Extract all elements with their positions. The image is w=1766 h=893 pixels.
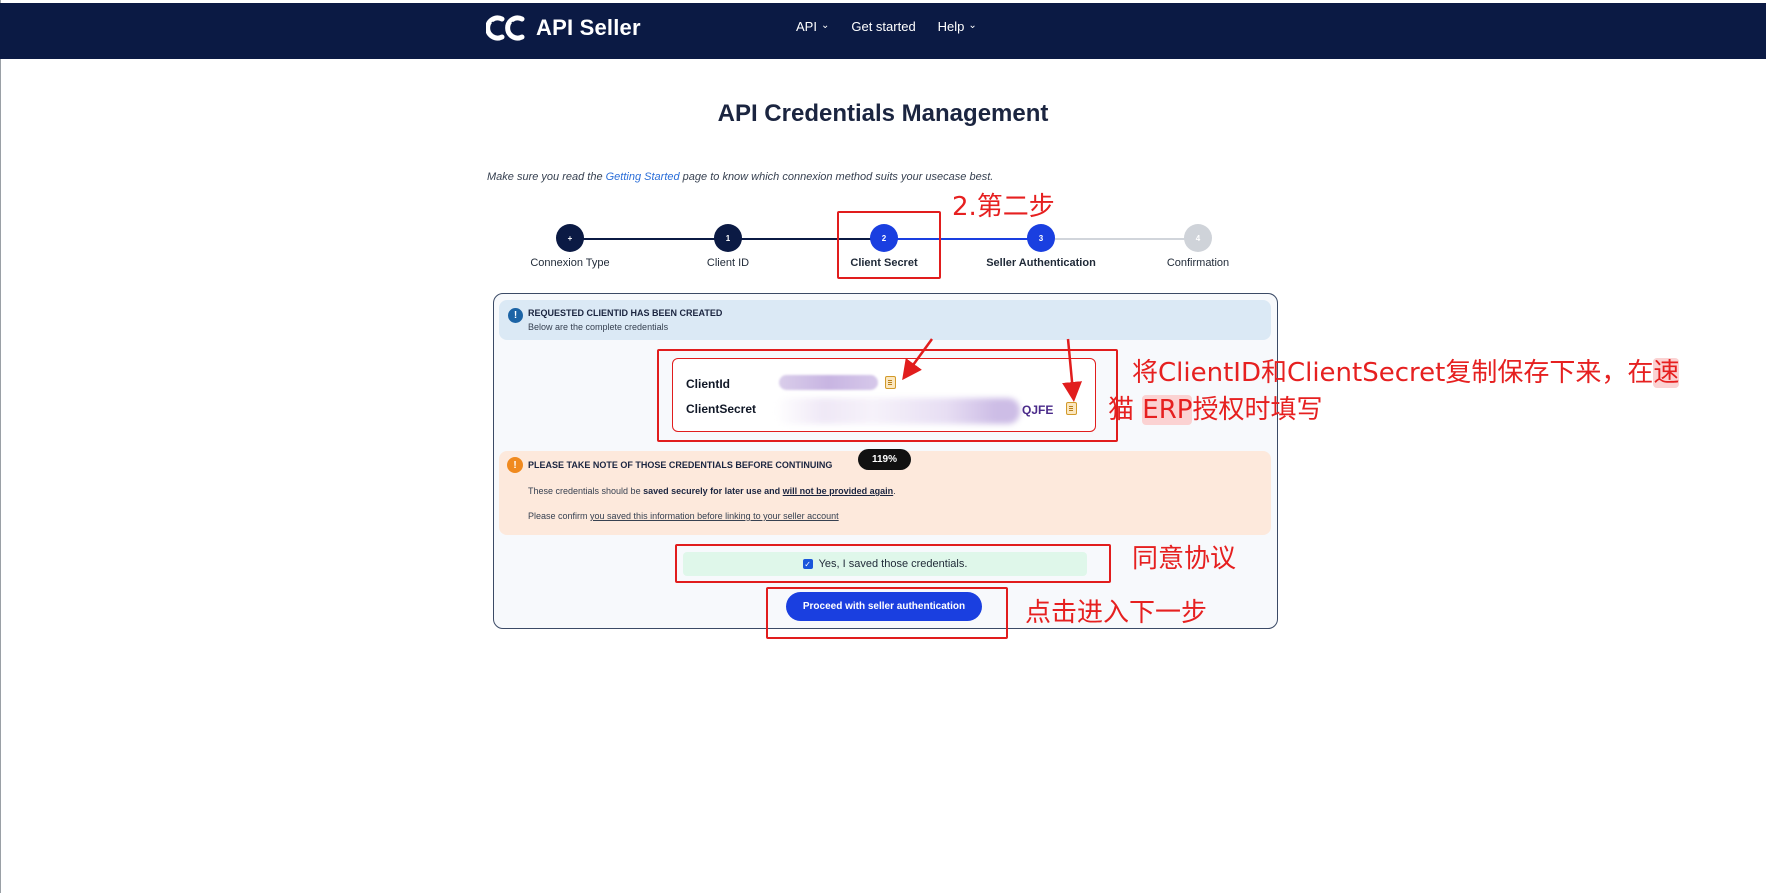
intro-before: Make sure you read the [487, 171, 606, 183]
intro-text: Make sure you read the Getting Started p… [487, 171, 993, 183]
annotation-box-proceed [766, 587, 1008, 639]
annotation-agree: 同意协议 [1132, 544, 1237, 574]
step-label-client-id: Client ID [706, 257, 750, 269]
step-connector [1041, 238, 1198, 240]
step-label-connexion-type: Connexion Type [530, 257, 610, 269]
window-left-edge [0, 0, 1, 893]
nav-api-label: API [796, 19, 817, 34]
info-alert [499, 300, 1271, 340]
annotation-box-agree [675, 544, 1111, 583]
step-label-seller-auth: Seller Authentication [986, 257, 1096, 269]
logo-icon [485, 13, 528, 43]
annotation-copy-line1-a: 将ClientID和ClientSecret复制保存下来，在 [1132, 358, 1654, 388]
annotation-copy-line2: 猫 ERP授权时填写 [1108, 389, 1322, 426]
warning-line2-link: you saved this information before linkin… [590, 511, 839, 521]
annotation-copy-line2-hl: ERP [1142, 395, 1193, 425]
annotation-copy-line1: 将ClientID和ClientSecret复制保存下来，在速 [1132, 352, 1680, 389]
warning-line1-post: . [893, 486, 896, 496]
zoom-level-badge: 119% [858, 449, 911, 470]
step-marker-client-id[interactable]: 1 [714, 224, 742, 252]
step-marker-seller-auth[interactable]: 3 [1027, 224, 1055, 252]
nav-get-started-label: Get started [851, 19, 916, 34]
info-subtitle: Below are the complete credentials [528, 322, 669, 332]
getting-started-link[interactable]: Getting Started [606, 171, 680, 183]
chevron-down-icon: ⌄ [820, 20, 830, 31]
nav-api[interactable]: API ⌄ [796, 19, 829, 34]
intro-after: page to know which connexion method suit… [679, 171, 994, 183]
warning-line-1: These credentials should be saved secure… [528, 486, 896, 496]
nav-help[interactable]: Help ⌄ [938, 19, 977, 34]
info-title: REQUESTED CLIENTID HAS BEEN CREATED [528, 308, 723, 318]
annotation-copy-line2-a: 猫 [1108, 395, 1143, 425]
info-icon: ! [508, 308, 523, 323]
step-label-confirmation: Confirmation [1166, 257, 1230, 269]
step-connector [570, 238, 728, 240]
step-marker-confirmation: 4 [1184, 224, 1212, 252]
annotation-next-step: 点击进入下一步 [1025, 598, 1208, 628]
warning-icon: ! [507, 457, 523, 473]
warning-line1-bold2: will not be provided again [782, 486, 894, 496]
nav-help-label: Help [937, 19, 965, 34]
warning-line1-pre: These credentials should be [528, 486, 644, 496]
warning-line-2: Please confirm you saved this informatio… [528, 511, 839, 521]
annotation-box-credentials [657, 349, 1118, 442]
warning-title: PLEASE TAKE NOTE OF THOSE CREDENTIALS BE… [528, 460, 833, 470]
logo-text: API Seller [536, 15, 641, 40]
main-nav: API ⌄ Get started Help ⌄ [796, 19, 977, 34]
nav-get-started[interactable]: Get started [851, 19, 915, 34]
annotation-step2: 2.第二步 [952, 192, 1055, 222]
logo[interactable]: API Seller [485, 13, 641, 43]
page-title: API Credentials Management [717, 100, 1049, 127]
chevron-down-icon: ⌄ [968, 20, 977, 31]
annotation-box-step2 [837, 211, 941, 279]
annotation-copy-line1-hl: 速 [1653, 358, 1680, 388]
warning-line1-bold1: saved securely for later use and [643, 486, 781, 496]
annotation-copy-line2-b: 授权时填写 [1192, 395, 1323, 425]
warning-line2-pre: Please confirm [528, 511, 591, 521]
step-marker-connexion-type[interactable]: + [556, 224, 584, 252]
